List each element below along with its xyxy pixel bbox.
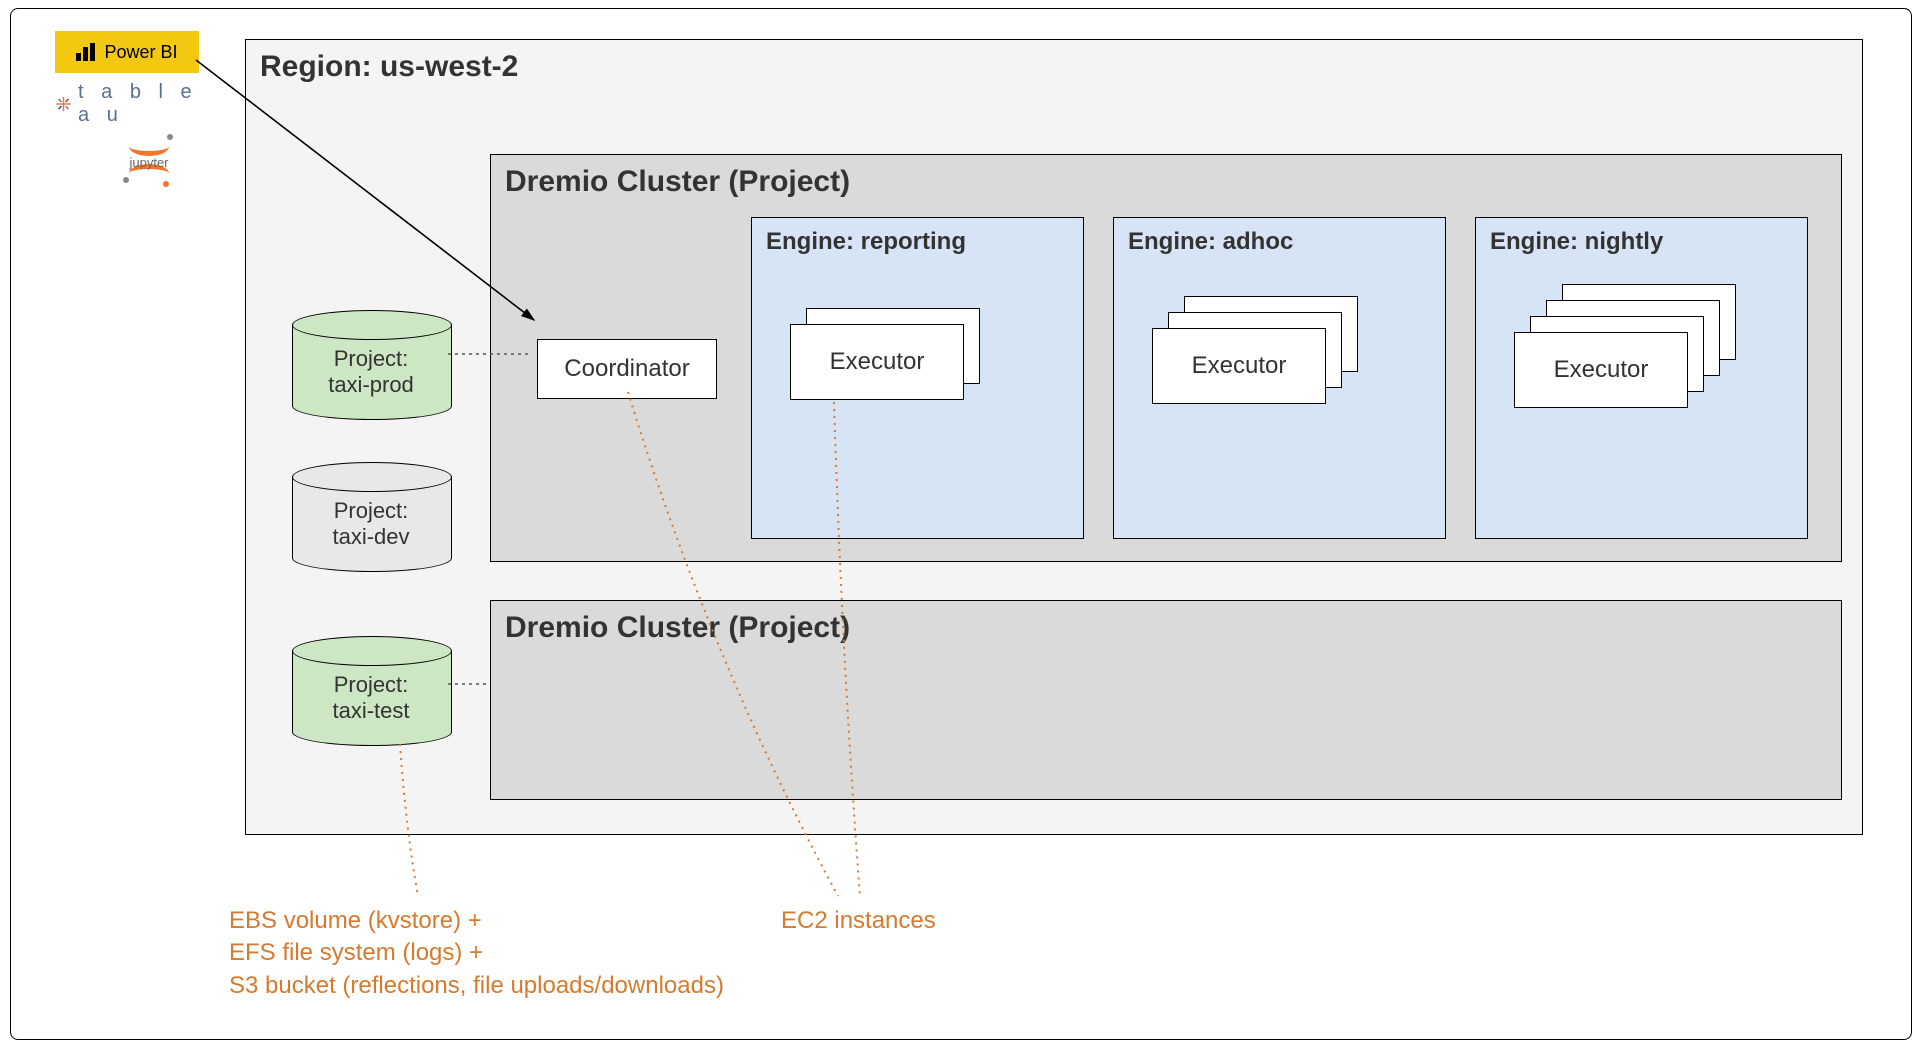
project-taxi-test: Project: taxi-test — [292, 636, 450, 746]
project-test-line2: taxi-test — [332, 698, 409, 723]
engine-nightly: Engine: nightly Executor — [1475, 217, 1808, 539]
executor-nightly: Executor — [1514, 332, 1688, 408]
cluster2-label: Dremio Cluster (Project) — [505, 611, 850, 645]
project-prod-line2: taxi-prod — [328, 372, 414, 397]
diagram-frame: Power BI t a b l e a u — [10, 8, 1912, 1040]
executor-adhoc-label: Executor — [1192, 352, 1287, 380]
dremio-cluster-1: Dremio Cluster (Project) Coordinator Eng… — [490, 154, 1842, 562]
ec2-annotation: EC2 instances — [781, 905, 936, 937]
tableau-label: t a b l e a u — [78, 81, 215, 127]
cluster1-label: Dremio Cluster (Project) — [505, 165, 850, 199]
powerbi-logo: Power BI — [55, 31, 199, 73]
engine-reporting: Engine: reporting Executor — [751, 217, 1084, 539]
dremio-cluster-2: Dremio Cluster (Project) — [490, 600, 1842, 800]
executor-nightly-label: Executor — [1554, 356, 1649, 384]
coordinator-label: Coordinator — [564, 355, 689, 383]
powerbi-icon — [76, 43, 98, 61]
project-taxi-prod: Project: taxi-prod — [292, 310, 450, 420]
jupyter-icon — [129, 137, 169, 156]
engine-adhoc-label: Engine: adhoc — [1128, 228, 1293, 256]
engine-adhoc: Engine: adhoc Executor — [1113, 217, 1446, 539]
tableau-logo: t a b l e a u — [55, 81, 215, 127]
storage-line3: S3 bucket (reflections, file uploads/dow… — [229, 972, 724, 999]
project-taxi-dev: Project: taxi-dev — [292, 462, 450, 572]
region-box: Region: us-west-2 Project: taxi-prod Pro… — [245, 39, 1863, 835]
client-tools-logos: Power BI t a b l e a u — [55, 31, 215, 187]
storage-line1: EBS volume (kvstore) + — [229, 907, 482, 934]
storage-annotation: EBS volume (kvstore) + EFS file system (… — [229, 905, 724, 1002]
executor-adhoc: Executor — [1152, 328, 1326, 404]
jupyter-label: jupyter — [121, 155, 177, 170]
project-test-line1: Project: — [334, 672, 409, 697]
project-prod-line1: Project: — [334, 346, 409, 371]
jupyter-logo: jupyter — [55, 131, 215, 187]
executor-reporting-label: Executor — [830, 348, 925, 376]
coordinator-box: Coordinator — [537, 339, 717, 399]
project-dev-line1: Project: — [334, 498, 409, 523]
tableau-icon — [55, 93, 72, 115]
ec2-label: EC2 instances — [781, 907, 936, 934]
region-label: Region: us-west-2 — [260, 50, 518, 84]
powerbi-label: Power BI — [104, 42, 177, 63]
executor-reporting: Executor — [790, 324, 964, 400]
engine-nightly-label: Engine: nightly — [1490, 228, 1663, 256]
project-dev-line2: taxi-dev — [332, 524, 409, 549]
storage-line2: EFS file system (logs) + — [229, 939, 483, 966]
engine-reporting-label: Engine: reporting — [766, 228, 966, 256]
